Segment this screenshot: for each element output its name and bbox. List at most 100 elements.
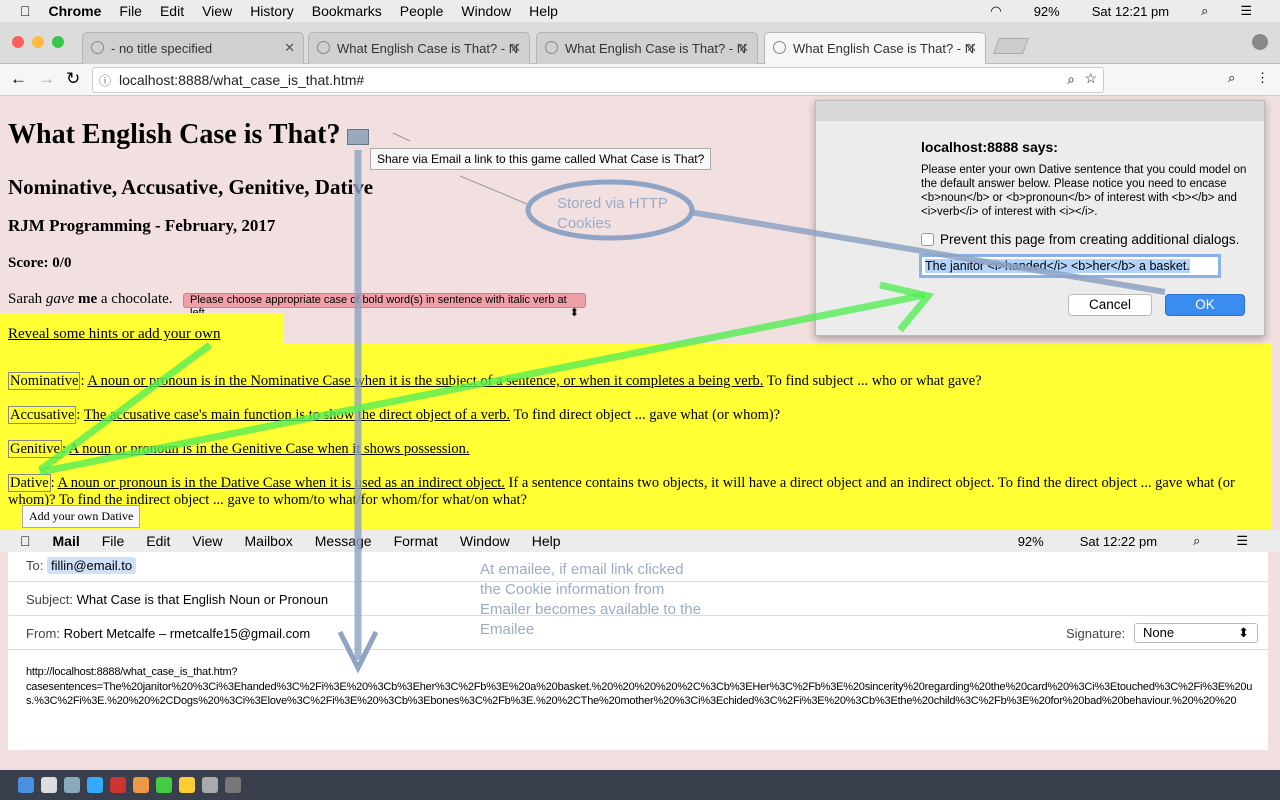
menu-file[interactable]: File xyxy=(102,533,125,549)
zoom-window-icon[interactable] xyxy=(52,36,64,48)
case-link-nominative[interactable]: A noun or pronoun is in the Nominative C… xyxy=(87,373,763,389)
document-icon[interactable] xyxy=(41,777,57,793)
mail-menubar:  Mail File Edit View Mailbox Message Fo… xyxy=(0,530,1280,552)
close-tab-icon[interactable]: ✕ xyxy=(738,40,749,56)
minimize-window-icon[interactable] xyxy=(32,36,44,48)
to-field[interactable]: To: fillin@email.to xyxy=(26,557,137,574)
hints-panel: Nominative: A noun or pronoun is in the … xyxy=(0,343,1272,530)
from-field[interactable]: From: Robert Metcalfe – rmetcalfe15@gmai… xyxy=(26,626,310,641)
safari-icon[interactable] xyxy=(87,777,103,793)
case-link-genitive[interactable]: A noun or pronoun is in the Genitive Cas… xyxy=(69,441,470,457)
menu-view[interactable]: View xyxy=(192,533,222,549)
trash-icon[interactable] xyxy=(225,777,241,793)
menu-edit[interactable]: Edit xyxy=(146,533,170,549)
tab-1[interactable]: - no title specified ✕ xyxy=(82,32,304,64)
menu-history[interactable]: History xyxy=(250,3,294,19)
email-tooltip: Share via Email a link to this game call… xyxy=(370,148,712,170)
clock[interactable]: Sat 12:22 pm xyxy=(1080,534,1157,549)
battery-percent[interactable]: 92% xyxy=(1034,4,1060,19)
case-link-accusative[interactable]: The accusative case's main function is t… xyxy=(84,407,510,423)
close-tab-icon[interactable]: ✕ xyxy=(966,40,977,56)
case-row-accusative: Accusative: The accusative case's main f… xyxy=(8,406,781,424)
close-tab-icon[interactable]: ✕ xyxy=(510,40,521,56)
menu-view[interactable]: View xyxy=(202,3,232,19)
globe-icon xyxy=(773,41,786,54)
cookies-annotation: Stored via HTTP Cookies xyxy=(557,195,668,232)
menu-help[interactable]: Help xyxy=(529,3,558,19)
new-tab-button[interactable] xyxy=(993,38,1029,54)
menu-window[interactable]: Window xyxy=(461,3,511,19)
menu-file[interactable]: File xyxy=(119,3,142,19)
menu-bookmarks[interactable]: Bookmarks xyxy=(312,3,382,19)
close-tab-icon[interactable]: ✕ xyxy=(284,40,295,56)
zoom-icon[interactable]: ⌕ xyxy=(1067,71,1075,88)
case-row-dative: Dative: A noun or pronoun is in the Dati… xyxy=(8,474,1235,508)
forward-icon[interactable]: → xyxy=(38,69,55,89)
close-window-icon[interactable] xyxy=(12,36,24,48)
case-button-genitive[interactable]: Genitive xyxy=(8,440,62,458)
back-icon[interactable]: ← xyxy=(10,69,27,89)
battery-percent[interactable]: 92% xyxy=(1018,534,1044,549)
terminal-icon[interactable] xyxy=(202,777,218,793)
checkbox-icon[interactable] xyxy=(921,233,934,246)
notification-icon[interactable]: ☰ xyxy=(1236,533,1248,549)
dock xyxy=(0,770,1280,800)
notification-icon[interactable]: ☰ xyxy=(1240,3,1252,19)
firefox-icon[interactable] xyxy=(133,777,149,793)
prevent-dialogs-checkbox[interactable]: Prevent this page from creating addition… xyxy=(921,232,1239,247)
menu-edit[interactable]: Edit xyxy=(160,3,184,19)
select-arrows-icon: ⬍ xyxy=(569,307,579,319)
clock[interactable]: Sat 12:21 pm xyxy=(1092,4,1169,19)
bookmark-star-icon[interactable]: ☆ xyxy=(1084,70,1097,87)
cancel-button[interactable]: Cancel xyxy=(1068,294,1152,316)
menu-format[interactable]: Format xyxy=(394,533,438,549)
chrome-icon[interactable] xyxy=(156,777,172,793)
subject-field[interactable]: Subject: What Case is that English Noun … xyxy=(26,592,328,607)
page-icon xyxy=(91,41,104,54)
menu-window[interactable]: Window xyxy=(460,533,510,549)
menu-help[interactable]: Help xyxy=(532,533,561,549)
tab-2[interactable]: What English Case is That? - N ✕ xyxy=(308,32,530,64)
dialog-input[interactable]: The janitor <i>handed</i> <b>her</b> a b… xyxy=(919,254,1221,278)
apple-menu-icon[interactable]:  xyxy=(20,533,31,549)
menu-people[interactable]: People xyxy=(400,3,444,19)
score: Score: 0/0 xyxy=(8,255,72,271)
case-button-dative[interactable]: Dative xyxy=(8,474,51,492)
app-menu[interactable]: Chrome xyxy=(49,3,102,19)
case-button-accusative[interactable]: Accusative xyxy=(8,406,77,424)
signature-select[interactable]: None ⬍ xyxy=(1134,623,1258,643)
notes-icon[interactable] xyxy=(179,777,195,793)
menu-message[interactable]: Message xyxy=(315,533,372,549)
address-bar[interactable]: ⓘ localhost:8888/what_case_is_that.htm# ⌕ ☆ xyxy=(92,67,1104,93)
tab-4-active[interactable]: What English Case is That? - N ✕ xyxy=(764,32,986,64)
launchpad-icon[interactable] xyxy=(64,777,80,793)
case-link-dative[interactable]: A noun or pronoun is in the Dative Case … xyxy=(58,475,505,491)
url-text: localhost:8888/what_case_is_that.htm# xyxy=(119,72,365,88)
message-body[interactable]: http://localhost:8888/what_case_is_that.… xyxy=(26,665,1266,709)
recipient-token[interactable]: fillin@email.to xyxy=(46,557,137,574)
reload-icon[interactable]: ↻ xyxy=(66,69,80,89)
case-button-nominative[interactable]: Nominative xyxy=(8,372,81,390)
byline: RJM Programming - February, 2017 xyxy=(8,216,276,235)
chrome-menu-icon[interactable]: ⋮ xyxy=(1256,70,1269,86)
spotlight-icon[interactable]: ⌕ xyxy=(1193,533,1200,549)
globe-icon xyxy=(317,41,330,54)
tab-title: What English Case is That? - N xyxy=(565,41,747,56)
ok-button[interactable]: OK xyxy=(1165,294,1245,316)
case-row-nominative: Nominative: A noun or pronoun is in the … xyxy=(8,372,982,390)
finder-icon[interactable] xyxy=(18,777,34,793)
app-menu[interactable]: Mail xyxy=(53,533,80,549)
dialog-message: Please enter your own Dative sentence th… xyxy=(921,164,1247,218)
email-share-icon[interactable] xyxy=(347,128,370,145)
search-extension-icon[interactable]: ⌕ xyxy=(1228,70,1235,86)
profile-icon[interactable] xyxy=(1252,34,1268,50)
calendar-icon[interactable] xyxy=(110,777,126,793)
wifi-icon[interactable]: ◠ xyxy=(990,3,1001,19)
tab-3[interactable]: What English Case is That? - N ✕ xyxy=(536,32,758,64)
dative-tooltip: Add your own Dative xyxy=(22,505,141,528)
spotlight-icon[interactable]: ⌕ xyxy=(1201,3,1208,19)
apple-menu-icon[interactable]:  xyxy=(20,3,31,19)
case-select[interactable]: Please choose appropriate case of bold w… xyxy=(183,293,586,319)
menu-mailbox[interactable]: Mailbox xyxy=(245,533,293,549)
signature-label: Signature: xyxy=(1066,626,1126,641)
